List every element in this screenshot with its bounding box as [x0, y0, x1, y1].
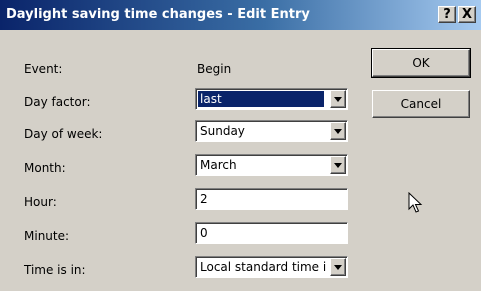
day-factor-select[interactable]: last: [195, 88, 348, 110]
hour-value: 2: [200, 192, 208, 206]
event-value: Begin: [197, 62, 232, 76]
close-button[interactable]: X: [458, 6, 476, 23]
day-factor-dropdown-button[interactable]: [330, 90, 346, 108]
month-value: March: [200, 158, 237, 172]
day-of-week-select[interactable]: Sunday: [195, 120, 348, 142]
chevron-down-icon: [334, 129, 342, 134]
cancel-button[interactable]: Cancel: [372, 90, 470, 118]
chevron-down-icon: [334, 265, 342, 270]
day-of-week-dropdown-button[interactable]: [330, 122, 346, 140]
minute-input[interactable]: 0: [195, 222, 348, 244]
mouse-pointer-icon: [408, 192, 423, 213]
month-select[interactable]: March: [195, 154, 348, 176]
day-factor-label: Day factor:: [24, 95, 91, 109]
event-label: Event:: [24, 62, 63, 76]
time-is-in-label: Time is in:: [24, 263, 86, 277]
chevron-down-icon: [334, 97, 342, 102]
day-of-week-label: Day of week:: [24, 127, 103, 141]
day-factor-value: last: [198, 91, 324, 107]
day-of-week-value: Sunday: [200, 124, 245, 138]
time-is-in-value: Local standard time i: [200, 260, 326, 274]
ok-button[interactable]: OK: [371, 48, 471, 78]
time-is-in-dropdown-button[interactable]: [330, 258, 346, 276]
month-label: Month:: [24, 161, 66, 175]
hour-input[interactable]: 2: [195, 188, 348, 210]
hour-label: Hour:: [24, 195, 57, 209]
month-dropdown-button[interactable]: [330, 156, 346, 174]
help-button[interactable]: ?: [438, 6, 456, 23]
chevron-down-icon: [334, 163, 342, 168]
title-bar: Daylight saving time changes - Edit Entr…: [0, 0, 481, 30]
time-is-in-select[interactable]: Local standard time i: [195, 256, 348, 278]
minute-label: Minute:: [24, 229, 70, 243]
minute-value: 0: [200, 226, 208, 240]
window-title: Daylight saving time changes - Edit Entr…: [6, 7, 310, 22]
